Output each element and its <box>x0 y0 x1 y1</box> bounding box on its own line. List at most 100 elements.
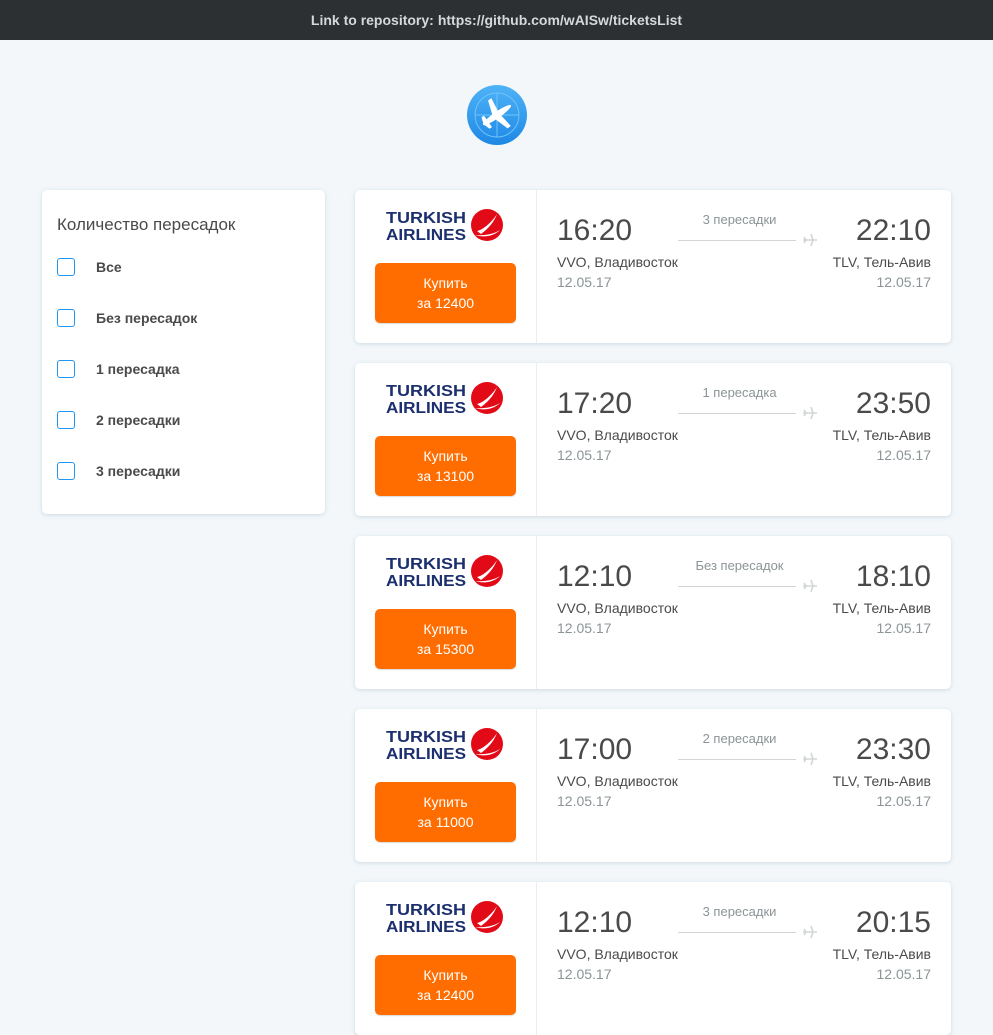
filter-option-3-stops[interactable]: 3 пересадки <box>57 460 180 482</box>
route-line <box>678 240 796 241</box>
arrival-date: 12.05.17 <box>876 447 932 463</box>
svg-text:TURKISH: TURKISH <box>386 383 466 400</box>
svg-text:TURKISH: TURKISH <box>386 556 466 573</box>
svg-text:AIRLINES: AIRLINES <box>386 227 466 244</box>
turkish-airlines-logo: TURKISH AIRLINES <box>386 382 503 417</box>
arrival-time: 22:10 <box>855 214 931 247</box>
origin-city: VVO, Владивосток <box>557 600 678 616</box>
svg-text:AIRLINES: AIRLINES <box>386 746 466 763</box>
price-label: за 12400 <box>416 295 475 311</box>
ticket-left-pane: TURKISH AIRLINES Купить за 15300 <box>355 536 537 689</box>
arrival-time: 23:30 <box>855 733 931 766</box>
svg-text:AIRLINES: AIRLINES <box>386 400 466 417</box>
svg-text:TURKISH: TURKISH <box>386 210 466 227</box>
arrival-time: 23:50 <box>855 387 931 420</box>
checkbox[interactable] <box>57 411 75 429</box>
ticket-card: TURKISH AIRLINES Купить за 12400 16:20 3… <box>355 190 951 343</box>
plane-icon <box>803 233 817 247</box>
filter-option-label: 3 пересадки <box>96 463 181 479</box>
arrival-date: 12.05.17 <box>876 966 932 982</box>
departure-date: 12.05.17 <box>557 966 612 982</box>
plane-icon <box>803 752 817 766</box>
stops-count: 1 пересадка <box>702 385 777 400</box>
departure-date: 12.05.17 <box>557 620 612 636</box>
checkbox[interactable] <box>57 309 75 327</box>
arrival-date: 12.05.17 <box>876 793 932 809</box>
stops-filter-panel: Количество пересадок Все Без пересадок 1… <box>42 190 325 514</box>
departure-date: 12.05.17 <box>557 793 612 809</box>
turkish-airlines-logo: TURKISH AIRLINES <box>386 209 503 244</box>
filter-option-2-stops[interactable]: 2 пересадки <box>57 409 180 431</box>
origin-city: VVO, Владивосток <box>557 427 678 443</box>
buy-button[interactable]: Купить за 11000 <box>375 782 516 842</box>
turkish-airlines-logo: TURKISH AIRLINES <box>386 901 503 936</box>
destination-city: TLV, Тель-Авив <box>832 773 931 789</box>
ticket-left-pane: TURKISH AIRLINES Купить за 12400 <box>355 190 537 343</box>
buy-button[interactable]: Купить за 12400 <box>375 955 516 1015</box>
repository-label: Link to repository: <box>310 12 434 28</box>
stops-count: 3 пересадки <box>702 212 777 227</box>
origin-city: VVO, Владивосток <box>557 254 678 270</box>
route-line <box>678 932 796 933</box>
departure-time: 17:00 <box>557 733 633 766</box>
filter-option-label: 1 пересадка <box>96 361 180 377</box>
ticket-left-pane: TURKISH AIRLINES Купить за 13100 <box>355 363 537 516</box>
destination-city: TLV, Тель-Авив <box>832 600 931 616</box>
destination-city: TLV, Тель-Авив <box>832 946 931 962</box>
ticket-card: TURKISH AIRLINES Купить за 11000 17:00 2… <box>355 709 951 862</box>
filter-option-nonstop[interactable]: Без пересадок <box>57 307 197 329</box>
departure-time: 12:10 <box>557 560 633 593</box>
price-label: за 13100 <box>416 468 475 484</box>
origin-city: VVO, Владивосток <box>557 946 678 962</box>
destination-city: TLV, Тель-Авив <box>832 254 931 270</box>
airplane-logo-icon <box>467 85 527 145</box>
arrival-time: 18:10 <box>855 560 931 593</box>
ticket-card: TURKISH AIRLINES Купить за 12400 12:10 3… <box>355 882 951 1035</box>
checkbox[interactable] <box>57 462 75 480</box>
plane-icon <box>803 406 817 420</box>
filter-option-label: Все <box>96 259 122 275</box>
repository-bar: Link to repository: https://github.com/w… <box>0 0 993 40</box>
ticket-card: TURKISH AIRLINES Купить за 15300 12:10 Б… <box>355 536 951 689</box>
filter-option-label: Без пересадок <box>96 310 198 326</box>
arrival-time: 20:15 <box>855 906 931 939</box>
route-line <box>678 759 796 760</box>
route-line <box>678 586 796 587</box>
ticket-card: TURKISH AIRLINES Купить за 13100 17:20 1… <box>355 363 951 516</box>
svg-text:AIRLINES: AIRLINES <box>386 919 466 936</box>
buy-button[interactable]: Купить за 13100 <box>375 436 516 496</box>
filter-option-all[interactable]: Все <box>57 256 122 278</box>
destination-city: TLV, Тель-Авив <box>832 427 931 443</box>
plane-icon <box>803 579 817 593</box>
svg-text:AIRLINES: AIRLINES <box>386 573 466 590</box>
arrival-date: 12.05.17 <box>876 274 932 290</box>
route-line <box>678 413 796 414</box>
price-label: за 15300 <box>416 641 475 657</box>
stops-count: Без пересадок <box>695 558 784 573</box>
buy-button[interactable]: Купить за 15300 <box>375 609 516 669</box>
ticket-left-pane: TURKISH AIRLINES Купить за 11000 <box>355 709 537 862</box>
departure-time: 12:10 <box>557 906 633 939</box>
price-label: за 11000 <box>417 814 474 830</box>
departure-time: 17:20 <box>557 387 633 420</box>
departure-date: 12.05.17 <box>557 447 612 463</box>
buy-button[interactable]: Купить за 12400 <box>375 263 516 323</box>
price-label: за 12400 <box>416 987 475 1003</box>
turkish-airlines-logo: TURKISH AIRLINES <box>386 728 503 763</box>
origin-city: VVO, Владивосток <box>557 773 678 789</box>
departure-date: 12.05.17 <box>557 274 612 290</box>
filter-option-label: 2 пересадки <box>96 412 181 428</box>
stops-count: 2 пересадки <box>702 731 777 746</box>
checkbox[interactable] <box>57 360 75 378</box>
departure-time: 16:20 <box>557 214 633 247</box>
svg-text:TURKISH: TURKISH <box>386 902 466 919</box>
filter-option-1-stop[interactable]: 1 пересадка <box>57 358 180 380</box>
repository-link[interactable]: https://github.com/wAISw/ticketsList <box>438 12 682 28</box>
turkish-airlines-logo: TURKISH AIRLINES <box>386 555 503 590</box>
stops-count: 3 пересадки <box>702 904 777 919</box>
ticket-left-pane: TURKISH AIRLINES Купить за 12400 <box>355 882 537 1035</box>
arrival-date: 12.05.17 <box>876 620 932 636</box>
filter-title: Количество пересадок <box>57 215 236 234</box>
svg-text:TURKISH: TURKISH <box>386 729 466 746</box>
checkbox[interactable] <box>57 258 75 276</box>
